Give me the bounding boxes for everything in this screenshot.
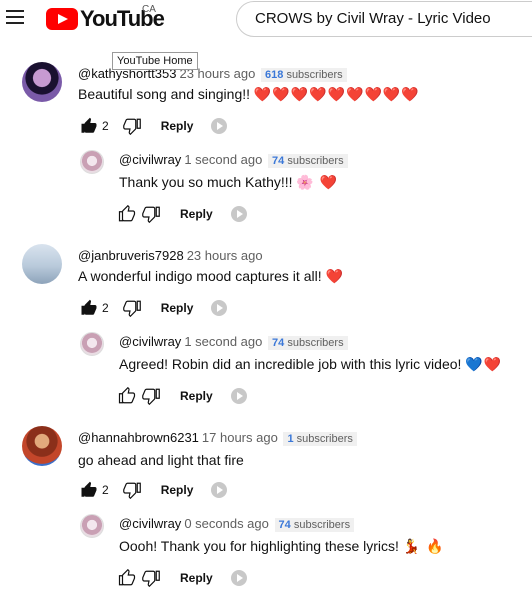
dislike-icon[interactable]	[122, 299, 141, 317]
like-count: 2	[102, 483, 109, 497]
comment-actions: 2 Reply	[80, 116, 228, 136]
comment-header: @civilwray 1 second ago 74 subscribers	[119, 152, 348, 168]
comment-actions: 2 Reply	[80, 480, 228, 500]
emoji: 🌸 ❤️	[296, 174, 339, 190]
avatar[interactable]	[22, 62, 62, 102]
comment-time[interactable]: 0 seconds ago	[184, 516, 269, 531]
like-filled-icon[interactable]	[80, 481, 98, 499]
subscriber-label: subscribers	[286, 69, 343, 81]
dislike-icon[interactable]	[122, 481, 141, 499]
reply-button[interactable]: Reply	[161, 301, 194, 315]
comment-author[interactable]: @civilwray	[119, 334, 181, 349]
reply-button[interactable]: Reply	[180, 389, 213, 403]
comment-text: A wonderful indigo mood captures it all!…	[78, 268, 344, 285]
emoji: 💃 🔥	[402, 538, 445, 554]
subscriber-badge: 74 subscribers	[268, 336, 348, 350]
subscriber-count: 74	[278, 519, 291, 531]
subscriber-label: subscribers	[293, 519, 351, 531]
reply-button[interactable]: Reply	[180, 207, 213, 221]
subscriber-badge: 618 subscribers	[261, 68, 347, 82]
youtube-play-icon	[46, 8, 78, 30]
reply-button[interactable]: Reply	[161, 119, 194, 133]
subscriber-badge: 1 subscribers	[283, 432, 357, 446]
subscriber-badge: 74 subscribers	[268, 154, 348, 168]
comment-header: @hannahbrown6231 17 hours ago 1 subscribe…	[78, 430, 357, 446]
like-count: 2	[102, 301, 109, 315]
dislike-icon[interactable]	[122, 117, 141, 135]
play-icon[interactable]	[211, 482, 228, 498]
comment-body: Beautiful song and singing!!	[78, 86, 251, 102]
reply-button[interactable]: Reply	[161, 483, 194, 497]
comment-header: @civilwray 0 seconds ago 74 subscribers	[119, 516, 355, 532]
play-icon[interactable]	[211, 118, 228, 134]
comment-text: Beautiful song and singing!! ❤️❤️❤️❤️❤️❤…	[78, 86, 420, 103]
dislike-icon[interactable]	[142, 569, 160, 587]
avatar[interactable]	[80, 332, 104, 356]
search-input[interactable]: CROWS by Civil Wray - Lyric Video	[236, 1, 532, 37]
avatar[interactable]	[22, 244, 62, 284]
masthead: YouTube CA CROWS by Civil Wray - Lyric V…	[0, 0, 532, 40]
comment-time[interactable]: 23 hours ago	[187, 248, 263, 263]
heart-emoji: 💙❤️	[465, 356, 503, 372]
comment-actions: 2 Reply	[80, 298, 228, 318]
comment-text: go ahead and light that fire	[78, 452, 244, 468]
like-icon[interactable]	[118, 205, 136, 223]
comment-text: Thank you so much Kathy!!! 🌸 ❤️	[119, 174, 338, 191]
comment-actions: Reply	[118, 386, 247, 406]
comment-actions: Reply	[118, 204, 247, 224]
comment-time[interactable]: 17 hours ago	[202, 430, 278, 445]
subscriber-label: subscribers	[287, 155, 344, 167]
subscriber-count: 618	[265, 69, 284, 81]
comment-body: Agreed! Robin did an incredible job with…	[119, 356, 462, 372]
avatar[interactable]	[80, 514, 104, 538]
like-count: 2	[102, 119, 109, 133]
dislike-icon[interactable]	[142, 205, 160, 223]
play-icon[interactable]	[211, 300, 228, 316]
subscriber-count: 1	[287, 433, 294, 445]
subscriber-badge: 74 subscribers	[274, 518, 355, 532]
comment-body: A wonderful indigo mood captures it all!	[78, 268, 322, 284]
play-icon[interactable]	[230, 206, 247, 222]
reply-button[interactable]: Reply	[180, 571, 213, 585]
country-code: CA	[142, 4, 156, 15]
subscriber-count: 74	[272, 337, 285, 349]
like-icon[interactable]	[118, 569, 136, 587]
play-icon[interactable]	[230, 570, 247, 586]
comment-header: @janbruveris7928 23 hours ago	[78, 248, 263, 263]
heart-emoji: ❤️❤️❤️❤️❤️❤️❤️❤️❤️	[253, 86, 420, 102]
comment-actions: Reply	[118, 568, 247, 588]
subscriber-label: subscribers	[287, 337, 344, 349]
comment-header: @civilwray 1 second ago 74 subscribers	[119, 334, 348, 350]
comment-author[interactable]: @janbruveris7928	[78, 248, 184, 263]
like-filled-icon[interactable]	[80, 299, 98, 317]
subscriber-label: subscribers	[296, 433, 353, 445]
menu-icon[interactable]	[6, 10, 24, 26]
comment-body: Oooh! Thank you for highlighting these l…	[119, 538, 399, 554]
comment-body: go ahead and light that fire	[78, 452, 244, 468]
comment-body: Thank you so much Kathy!!!	[119, 174, 293, 190]
dislike-icon[interactable]	[142, 387, 160, 405]
avatar[interactable]	[80, 150, 104, 174]
comment-time[interactable]: 1 second ago	[184, 152, 262, 167]
comment-author[interactable]: @civilwray	[119, 516, 181, 531]
comment-text: Agreed! Robin did an incredible job with…	[119, 356, 502, 373]
comment-author[interactable]: @civilwray	[119, 152, 181, 167]
comment-author[interactable]: @hannahbrown6231	[78, 430, 199, 445]
comment-time[interactable]: 1 second ago	[184, 334, 262, 349]
comment-text: Oooh! Thank you for highlighting these l…	[119, 538, 445, 555]
heart-emoji: ❤️	[325, 268, 344, 284]
home-tooltip: YouTube Home	[112, 52, 198, 70]
like-filled-icon[interactable]	[80, 117, 98, 135]
play-icon[interactable]	[230, 388, 247, 404]
subscriber-count: 74	[272, 155, 285, 167]
avatar[interactable]	[22, 426, 62, 466]
like-icon[interactable]	[118, 387, 136, 405]
